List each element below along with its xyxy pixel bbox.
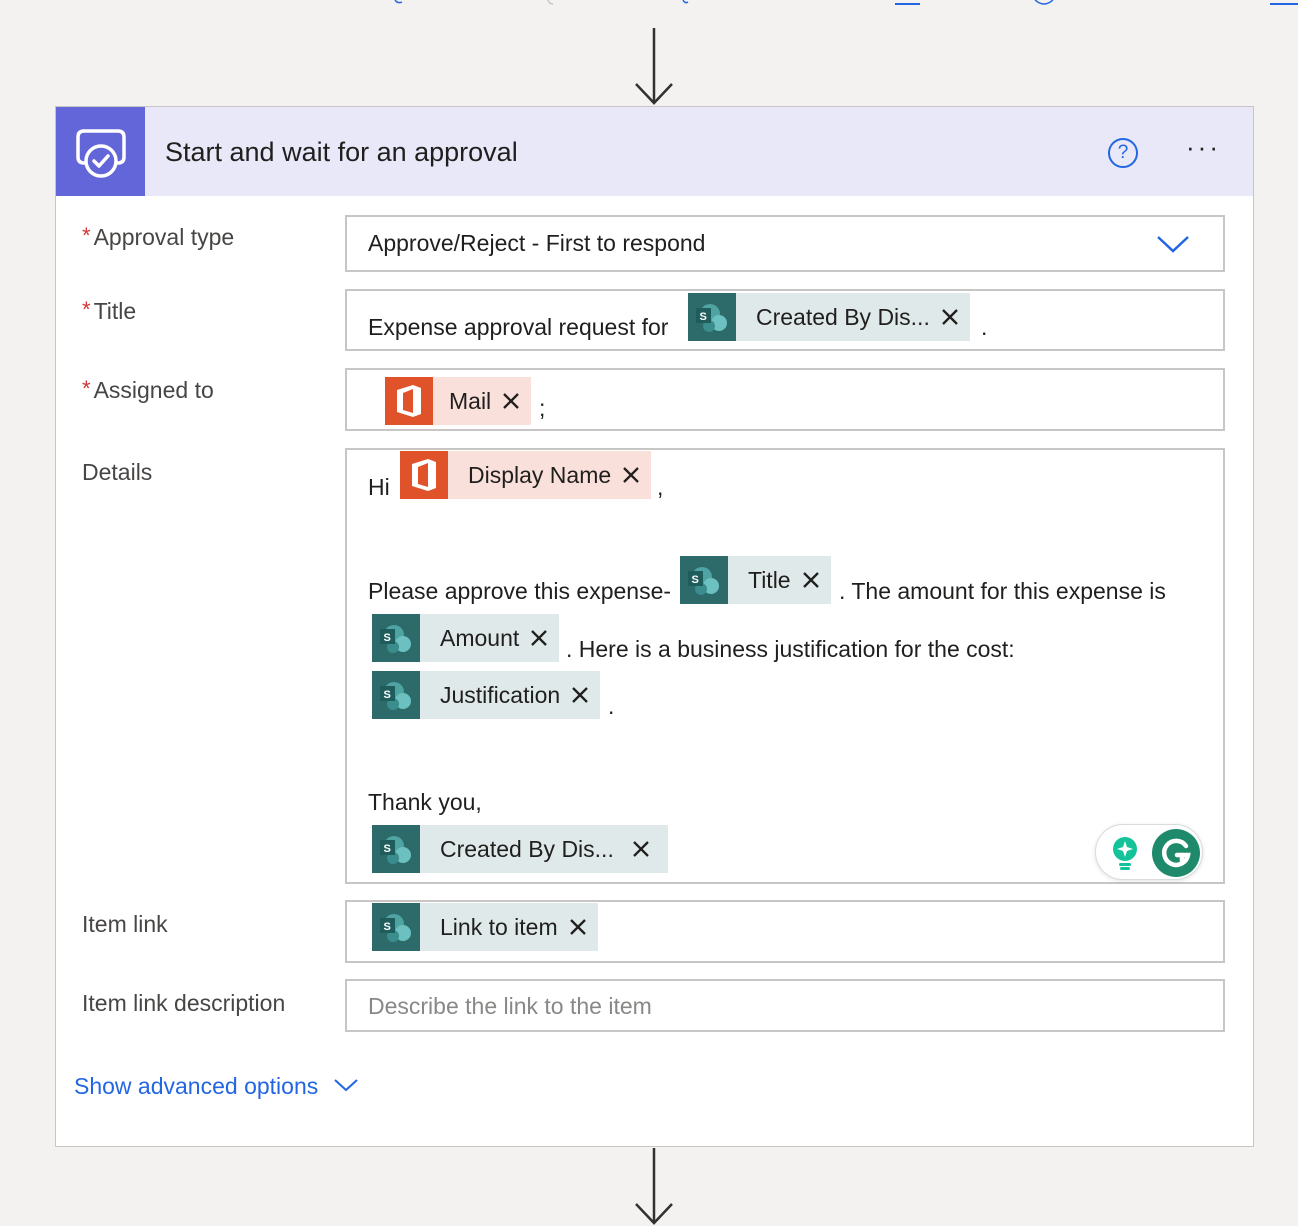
item-link-description-label: Item link description bbox=[82, 990, 286, 1016]
close-icon[interactable] bbox=[558, 903, 598, 951]
token-label: Display Name bbox=[468, 461, 612, 488]
close-icon[interactable] bbox=[491, 377, 531, 425]
sharepoint-icon: S bbox=[688, 293, 736, 341]
assigned-to-label: * Assigned to bbox=[82, 376, 214, 404]
svg-text:S: S bbox=[384, 632, 391, 644]
dynamic-content-token[interactable]: S Created By Dis... bbox=[688, 293, 970, 341]
connector-arrow-down-icon bbox=[635, 1148, 673, 1225]
details-textarea[interactable]: Hi Display Name , Please approve this ex… bbox=[345, 448, 1225, 884]
sharepoint-icon: S bbox=[372, 825, 420, 873]
grammarly-logo-icon[interactable] bbox=[1152, 829, 1200, 877]
close-icon[interactable] bbox=[930, 293, 970, 341]
approval-action-card: Start and wait for an approval ? ··· * Ap… bbox=[55, 106, 1254, 1147]
connector-arrow-down-icon bbox=[635, 28, 673, 105]
required-marker: * bbox=[82, 223, 91, 248]
sharepoint-icon: S bbox=[372, 671, 420, 719]
approval-type-dropdown[interactable]: Approve/Reject - First to respond bbox=[345, 215, 1225, 272]
svg-text:S: S bbox=[692, 574, 699, 586]
title-label: * Title bbox=[82, 297, 137, 325]
details-closing: Thank you, bbox=[368, 789, 482, 815]
dynamic-content-token[interactable]: S Title bbox=[680, 556, 831, 604]
title-prefix-text: Expense approval request for bbox=[368, 314, 669, 340]
details-line1-suffix: . The amount for this expense is bbox=[839, 578, 1166, 604]
token-label: Created By Dis... bbox=[440, 835, 614, 862]
grammarly-widget[interactable] bbox=[1095, 824, 1203, 880]
token-label: Amount bbox=[440, 624, 520, 651]
item-link-description-placeholder: Describe the link to the item bbox=[368, 993, 652, 1019]
top-toolbar-fragment bbox=[394, 0, 1298, 5]
lightbulb-icon[interactable] bbox=[1108, 835, 1142, 871]
token-label: Justification bbox=[440, 681, 561, 708]
svg-text:S: S bbox=[384, 843, 391, 855]
approval-type-value: Approve/Reject - First to respond bbox=[368, 230, 706, 256]
chevron-down-icon[interactable] bbox=[1156, 234, 1190, 254]
more-options-icon[interactable]: ··· bbox=[1186, 134, 1230, 164]
approval-icon bbox=[56, 107, 145, 196]
details-label: Details bbox=[82, 459, 153, 485]
approval-type-label-text: Approval type bbox=[93, 224, 235, 250]
approval-type-label: * Approval type bbox=[82, 223, 235, 251]
show-advanced-options-link[interactable]: Show advanced options bbox=[74, 1073, 358, 1100]
close-icon[interactable] bbox=[614, 825, 668, 873]
help-icon[interactable]: ? bbox=[1108, 138, 1138, 168]
item-link-input[interactable]: S Link to item bbox=[345, 900, 1225, 963]
required-marker: * bbox=[82, 376, 91, 401]
required-marker: * bbox=[82, 297, 91, 322]
close-icon[interactable] bbox=[519, 614, 559, 662]
dynamic-content-token[interactable]: S Amount bbox=[372, 614, 560, 662]
close-icon[interactable] bbox=[611, 451, 651, 499]
item-link-description-input[interactable]: Describe the link to the item bbox=[345, 979, 1225, 1032]
token-label: Mail bbox=[449, 387, 492, 414]
details-line3-suffix: . bbox=[608, 693, 615, 719]
advanced-options-label: Show advanced options bbox=[74, 1073, 319, 1099]
dynamic-content-token[interactable]: S Link to item bbox=[372, 903, 598, 951]
chevron-down-icon bbox=[334, 1079, 358, 1092]
token-label: Created By Dis... bbox=[756, 303, 930, 330]
details-line1-text: Please approve this expense- bbox=[368, 578, 672, 604]
assigned-to-suffix: ; bbox=[539, 395, 546, 421]
title-input[interactable]: Expense approval request for S Created B… bbox=[345, 289, 1225, 351]
sharepoint-icon: S bbox=[372, 614, 420, 662]
details-line2-suffix: . Here is a business justification for t… bbox=[566, 636, 1015, 662]
token-label: Title bbox=[748, 566, 791, 593]
action-header[interactable]: Start and wait for an approval ? ··· bbox=[56, 107, 1253, 196]
title-label-text: Title bbox=[93, 298, 137, 324]
details-greeting: Hi bbox=[368, 474, 390, 500]
office365-icon bbox=[400, 451, 448, 499]
action-title: Start and wait for an approval bbox=[165, 137, 518, 167]
dynamic-content-token[interactable]: S Created By Dis... bbox=[372, 825, 668, 873]
svg-text:S: S bbox=[384, 921, 391, 933]
office365-icon bbox=[385, 377, 433, 425]
dynamic-content-token[interactable]: S Justification bbox=[372, 671, 601, 719]
assigned-to-label-text: Assigned to bbox=[93, 377, 214, 403]
token-label: Link to item bbox=[440, 913, 558, 940]
close-icon[interactable] bbox=[560, 671, 600, 719]
svg-text:S: S bbox=[384, 689, 391, 701]
details-greeting-suffix: , bbox=[657, 474, 664, 500]
item-link-label: Item link bbox=[82, 911, 168, 937]
close-icon[interactable] bbox=[791, 556, 831, 604]
title-suffix-text: . bbox=[981, 314, 988, 340]
assigned-to-input[interactable]: Mail ; bbox=[345, 368, 1225, 431]
dynamic-content-token[interactable]: Mail bbox=[385, 377, 532, 425]
dynamic-content-token[interactable]: Display Name bbox=[400, 451, 652, 499]
sharepoint-icon: S bbox=[372, 903, 420, 951]
sharepoint-icon: S bbox=[680, 556, 728, 604]
svg-text:S: S bbox=[700, 311, 707, 323]
